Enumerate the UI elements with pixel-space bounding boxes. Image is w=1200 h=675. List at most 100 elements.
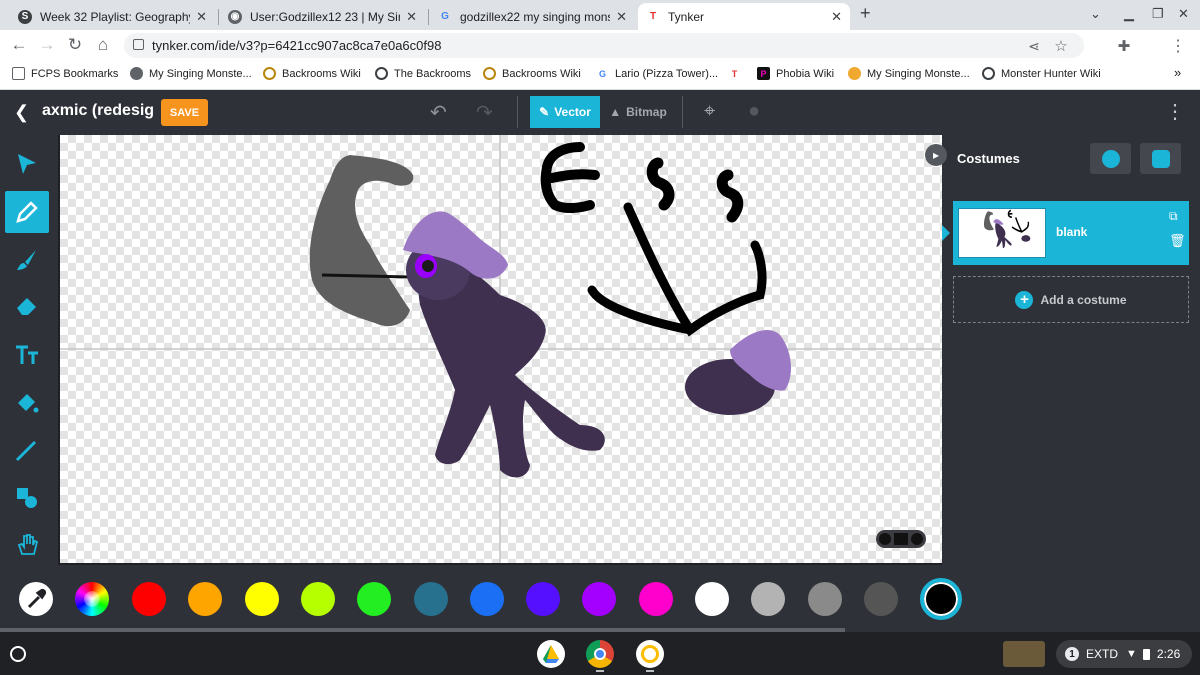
zoom-reset-icon[interactable] <box>894 533 908 545</box>
url-text[interactable]: tynker.com/ide/v3?p=6421cc907ac8ca7e0a6c… <box>152 38 441 53</box>
minimize-icon[interactable]: ▁ <box>1124 6 1134 22</box>
more-bookmarks-button[interactable]: » <box>1174 65 1181 80</box>
text-tool[interactable] <box>5 333 49 375</box>
color-swatch[interactable] <box>582 582 617 616</box>
google-drive-icon[interactable] <box>537 640 565 668</box>
launcher-icon[interactable] <box>10 646 26 662</box>
brush-tool[interactable] <box>5 239 49 281</box>
address-bar[interactable]: tynker.com/ide/v3?p=6421cc907ac8ca7e0a6c… <box>124 33 1084 58</box>
library-icon <box>1151 149 1170 168</box>
chrome-icon[interactable] <box>586 640 614 668</box>
color-swatch[interactable] <box>357 582 392 616</box>
project-title[interactable]: axmic (redesign <box>42 102 154 120</box>
bookmark-item[interactable]: FCPS Bookmarks <box>12 67 118 80</box>
bitmap-mode-button[interactable]: ▲ Bitmap <box>602 96 674 128</box>
color-swatch[interactable] <box>469 582 504 616</box>
bookmark-item[interactable]: P Phobia Wiki <box>757 67 834 80</box>
site-info-icon[interactable] <box>133 39 144 50</box>
color-swatch[interactable] <box>132 582 166 616</box>
color-swatch[interactable] <box>695 582 729 616</box>
color-swatch[interactable] <box>807 582 842 616</box>
brush-icon <box>17 250 36 270</box>
share-icon[interactable]: ⋖ <box>1024 38 1044 55</box>
color-swatch[interactable] <box>413 582 448 616</box>
color-swatch-selected[interactable] <box>920 578 963 620</box>
bookmark-star-icon[interactable]: ☆ <box>1051 37 1071 55</box>
zoom-out-icon[interactable] <box>879 533 891 545</box>
trash-icon[interactable]: 🗑 <box>1169 233 1186 249</box>
select-tool[interactable] <box>5 143 49 185</box>
duplicate-icon[interactable]: ⧉ <box>1169 209 1178 224</box>
tynker-icon: T <box>649 11 657 22</box>
drawing-canvas[interactable] <box>60 135 942 563</box>
close-tab-icon[interactable]: ✕ <box>406 9 417 25</box>
library-button[interactable] <box>1140 143 1181 174</box>
stamp-icon[interactable]: ● <box>748 100 760 123</box>
close-tab-icon[interactable]: ✕ <box>616 9 627 25</box>
home-icon[interactable]: ⌂ <box>93 35 113 55</box>
bookmark-item[interactable]: T <box>728 67 747 80</box>
undo-icon[interactable]: ↶ <box>430 100 447 125</box>
eyedropper-button[interactable] <box>19 582 53 616</box>
new-tab-button[interactable]: + <box>860 3 871 24</box>
tab-search-icon[interactable]: ⌄ <box>1090 6 1101 22</box>
restore-icon[interactable]: ❐ <box>1152 6 1164 22</box>
costume-item[interactable]: blank ⧉ 🗑 <box>953 201 1189 265</box>
color-swatch[interactable] <box>300 582 335 616</box>
browser-tab[interactable]: ◉ User:Godzillex12 23 | My Singing Monst… <box>220 3 425 30</box>
bookmark-item[interactable]: My Singing Monste... <box>130 67 252 80</box>
browser-tab[interactable]: G godzillex22 my singing monsters ✕ <box>430 3 635 30</box>
color-swatch[interactable] <box>638 582 673 616</box>
wikidot-icon <box>483 67 496 80</box>
scribble-letter <box>540 142 600 213</box>
status-tray[interactable]: 1 EXTD ▼ 2:26 <box>1056 640 1192 668</box>
close-tab-icon[interactable]: ✕ <box>196 9 207 25</box>
zoom-control[interactable] <box>876 530 926 548</box>
back-icon[interactable]: ← <box>9 35 29 55</box>
bookmark-item[interactable]: The Backrooms <box>375 67 471 80</box>
save-button[interactable]: SAVE <box>161 99 208 126</box>
extensions-puzzle-icon[interactable]: ✚ <box>1114 37 1134 55</box>
back-chevron-icon[interactable]: ❮ <box>14 102 29 123</box>
monster-hunter-icon <box>982 67 995 80</box>
play-button[interactable] <box>1090 143 1131 174</box>
shape-tool[interactable] <box>5 477 49 519</box>
color-swatch[interactable] <box>188 582 223 616</box>
color-wheel-button[interactable] <box>75 582 109 616</box>
msm-icon <box>848 67 861 80</box>
costumes-title: Costumes <box>957 151 1020 166</box>
notification-thumbnail[interactable] <box>1003 641 1045 667</box>
add-costume-button[interactable]: + Add a costume <box>953 276 1189 323</box>
fill-tool[interactable] <box>5 381 49 423</box>
zoom-in-icon[interactable] <box>911 533 923 545</box>
shapes-icon <box>17 488 37 508</box>
backrooms-icon <box>375 67 388 80</box>
bookmark-item[interactable]: Backrooms Wiki <box>483 67 581 80</box>
crosshair-icon[interactable]: ⌖ <box>704 100 715 123</box>
vector-mode-button[interactable]: ✎ Vector <box>530 96 600 128</box>
forward-icon[interactable]: → <box>37 35 57 55</box>
pan-tool[interactable] <box>5 523 49 565</box>
line-tool[interactable] <box>5 429 49 471</box>
browser-tab-active[interactable]: T Tynker ✕ <box>638 3 850 30</box>
close-window-icon[interactable]: ✕ <box>1178 6 1189 22</box>
reload-icon[interactable]: ↻ <box>65 35 85 55</box>
bookmark-item[interactable]: My Singing Monste... <box>848 67 970 80</box>
redo-icon[interactable]: ↷ <box>476 100 493 125</box>
color-swatch[interactable] <box>863 582 898 616</box>
more-options-icon[interactable]: ⋮ <box>1165 99 1185 124</box>
app-shortcut-icon[interactable] <box>636 640 664 668</box>
browser-tab[interactable]: S Week 32 Playlist: Geography of Asia ✕ <box>10 3 215 30</box>
bookmark-item[interactable]: Backrooms Wiki <box>263 67 361 80</box>
color-swatch[interactable] <box>751 582 786 616</box>
color-swatch[interactable] <box>244 582 279 616</box>
eraser-tool[interactable] <box>5 285 49 327</box>
bookmark-item[interactable]: Monster Hunter Wiki <box>982 67 1101 80</box>
browser-menu-icon[interactable]: ⋮ <box>1168 36 1188 56</box>
collapse-panel-icon[interactable]: ▸ <box>925 144 947 166</box>
costume-name[interactable]: blank <box>1056 225 1087 239</box>
pencil-tool[interactable] <box>5 191 49 233</box>
close-tab-icon[interactable]: ✕ <box>831 9 842 25</box>
bookmark-item[interactable]: G Lario (Pizza Tower)... <box>596 67 718 80</box>
color-swatch[interactable] <box>526 582 561 616</box>
